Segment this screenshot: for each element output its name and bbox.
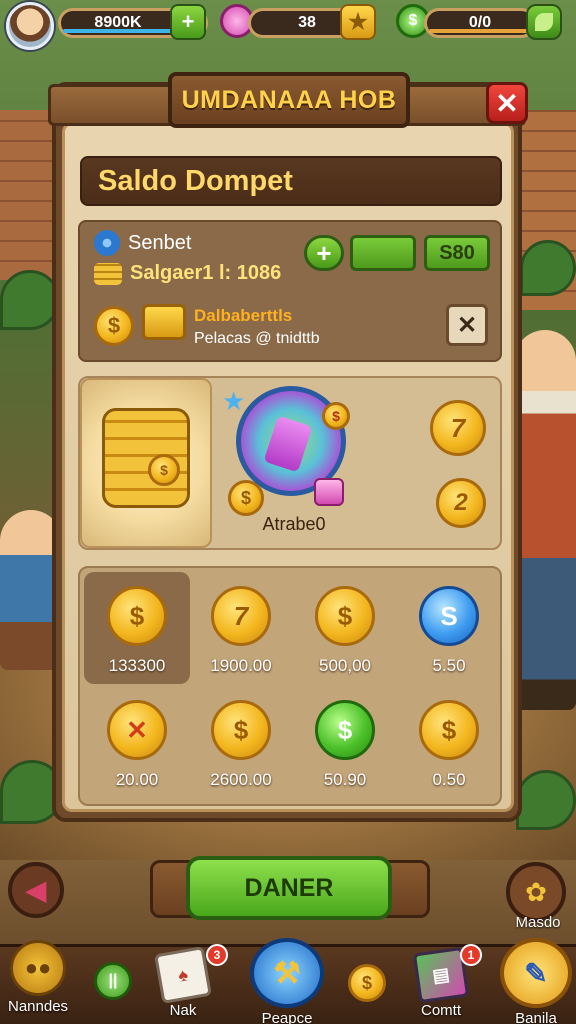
nav-item-coin[interactable]: $ bbox=[348, 964, 386, 1002]
gem-icon bbox=[314, 478, 344, 506]
coin-value: 20.00 bbox=[115, 770, 159, 789]
coin-option[interactable]: $ 2600.00 bbox=[188, 686, 294, 798]
coin-icon: $ bbox=[315, 700, 375, 760]
coin-icon: 7 bbox=[211, 586, 271, 646]
arrow-left-icon: ◀ bbox=[26, 874, 46, 905]
primary-action-button[interactable]: DANER bbox=[186, 856, 392, 920]
leaf-menu-button[interactable] bbox=[526, 4, 562, 40]
coin-option[interactable]: $ 50.90 bbox=[292, 686, 398, 798]
add-balance-button[interactable]: + bbox=[304, 235, 344, 271]
dialog-title: UMDANAAA HOB bbox=[168, 72, 410, 128]
nav-item-peapce[interactable]: ⚒ Peapce bbox=[250, 938, 324, 1024]
wallet-balance: Salgaer1 l: 1086 bbox=[130, 262, 282, 284]
badge-label: Atrabe0 bbox=[262, 514, 326, 534]
coin-icon: S bbox=[419, 586, 479, 646]
notification-badge: 1 bbox=[460, 944, 482, 966]
leaf-icon bbox=[535, 13, 553, 31]
coin-icon: $ bbox=[107, 586, 167, 646]
gems-value: 38 bbox=[298, 14, 316, 31]
close-icon: ✕ bbox=[456, 311, 478, 339]
coin-value: 1900.00 bbox=[210, 656, 272, 675]
coin-option[interactable]: $ 500,00 bbox=[292, 572, 398, 684]
wallet-label: Senbet bbox=[128, 231, 192, 254]
coin-option[interactable]: S 5.50 bbox=[396, 572, 502, 684]
coin-icon: $ bbox=[228, 480, 264, 516]
dollar-icon: $ bbox=[408, 12, 418, 29]
mascot-button[interactable]: ✿ bbox=[506, 862, 566, 922]
plus-icon: + bbox=[181, 9, 195, 34]
close-button[interactable]: ✕ bbox=[486, 82, 528, 124]
coin-value: 0.50 bbox=[432, 770, 466, 789]
notification-badge: 3 bbox=[206, 944, 228, 966]
star-icon: ★ bbox=[348, 9, 368, 34]
coin-value: 133300 bbox=[108, 656, 166, 675]
coin-icon: $ bbox=[315, 586, 375, 646]
back-button[interactable]: ◀ bbox=[8, 862, 64, 918]
cash-progress-bar bbox=[429, 29, 531, 33]
coin-value: 5.50 bbox=[432, 656, 466, 675]
coins-icon: ●● bbox=[10, 940, 67, 996]
coin-icon: $ bbox=[419, 700, 479, 760]
coin-icon: $ bbox=[148, 454, 180, 486]
cash-counter: 0/0 bbox=[424, 8, 536, 38]
side-coin-1[interactable]: 7 bbox=[430, 400, 486, 456]
promo-subtitle: Pelacas @ tnidttb bbox=[194, 330, 320, 347]
sparkle-star-icon: ★ bbox=[222, 386, 246, 416]
nav-item-nanndes[interactable]: ●● Nanndes bbox=[8, 940, 68, 1015]
mascot-label: Masdo bbox=[515, 914, 561, 931]
wallet-header: Saldo Dompet bbox=[80, 156, 502, 206]
wallet-label-row: Senbet bbox=[94, 230, 191, 256]
nav-label: Peapce bbox=[261, 1010, 313, 1024]
leaf bbox=[520, 240, 576, 296]
gear-icon bbox=[94, 230, 120, 256]
nav-label: Banila bbox=[515, 1010, 557, 1024]
dismiss-promo-button[interactable]: ✕ bbox=[446, 304, 488, 346]
leaf bbox=[516, 770, 576, 830]
coin-option[interactable]: $ 133300 bbox=[84, 572, 190, 684]
coin-stack-icon bbox=[94, 262, 122, 285]
add-gems-button[interactable]: ★ bbox=[340, 4, 376, 40]
side-coin-2[interactable]: 2 bbox=[436, 478, 486, 528]
chest-icon bbox=[142, 304, 186, 340]
nav-label: Nanndes bbox=[8, 998, 69, 1015]
coin-value: 2600.00 bbox=[210, 770, 272, 789]
balance-amount: S80 bbox=[424, 235, 490, 271]
nav-item-toggle[interactable]: || bbox=[94, 962, 132, 1000]
cards-icon: ♠ bbox=[154, 946, 212, 1004]
balance-bar bbox=[350, 235, 416, 271]
coin-icon: ✕ bbox=[107, 700, 167, 760]
nav-item-comtt[interactable]: ▤ Comtt bbox=[412, 946, 470, 1019]
toggle-icon: || bbox=[94, 962, 132, 1000]
top-status-bar: 8900K + 38 ★ $ 0/0 bbox=[0, 0, 576, 50]
close-icon: ✕ bbox=[495, 87, 519, 119]
coin-value: 50.90 bbox=[323, 770, 367, 789]
coin-option[interactable]: $ 0.50 bbox=[396, 686, 502, 798]
mascot-icon: ✿ bbox=[525, 876, 547, 907]
brush-icon: ✎ bbox=[500, 938, 572, 1008]
treasure-chest-icon bbox=[102, 408, 190, 508]
nav-item-banila[interactable]: ✎ Banila bbox=[500, 938, 572, 1024]
coin-value: 500,00 bbox=[319, 656, 371, 675]
coin-option[interactable]: ✕ 20.00 bbox=[84, 686, 190, 798]
nav-item-nak[interactable]: ♠ Nak bbox=[154, 946, 212, 1019]
nav-label: Comtt bbox=[420, 1002, 461, 1019]
nav-label: Nak bbox=[169, 1002, 197, 1019]
pin-coin-icon: $ bbox=[322, 402, 350, 430]
coin-option[interactable]: 7 1900.00 bbox=[188, 572, 294, 684]
promo-title: Dalbaberttls bbox=[194, 306, 293, 325]
leaf bbox=[0, 270, 60, 330]
villager-right bbox=[514, 330, 576, 710]
hammer-icon: ⚒ bbox=[250, 938, 324, 1008]
player-avatar[interactable] bbox=[6, 2, 54, 50]
coin-icon: $ bbox=[94, 306, 134, 346]
plus-icon: + bbox=[316, 237, 332, 268]
wallet-balance-row: Salgaer1 l: 1086 bbox=[94, 262, 281, 285]
add-gold-button[interactable]: + bbox=[170, 4, 206, 40]
coin-icon: $ bbox=[348, 964, 386, 1002]
coin-icon: $ bbox=[211, 700, 271, 760]
